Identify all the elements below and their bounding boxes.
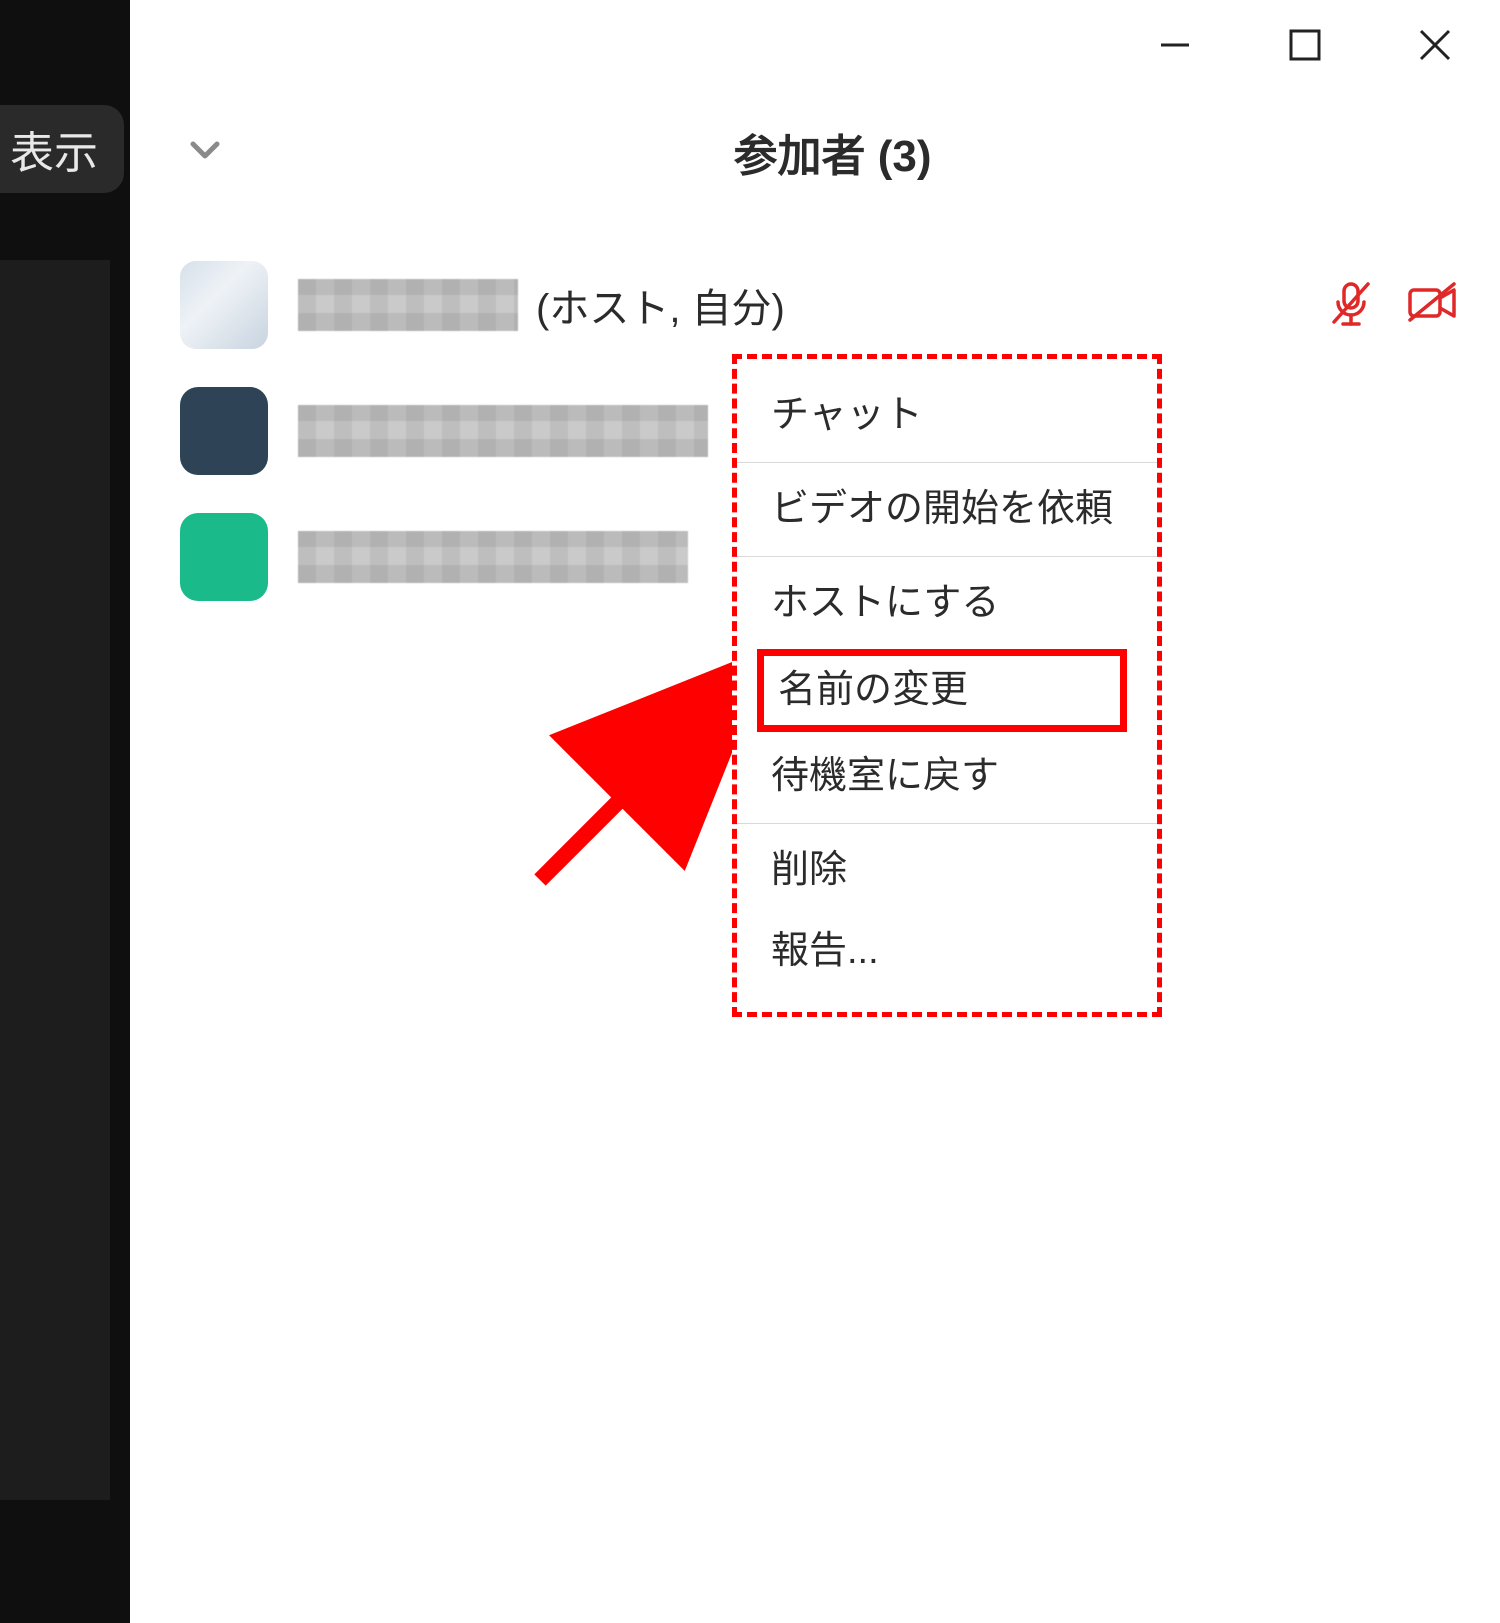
avatar (180, 261, 268, 349)
context-menu: チャット ビデオの開始を依頼 ホストにする 名前の変更 待機室に戻す 削除 報告… (732, 354, 1162, 1017)
panel-header: 参加者 (3) (130, 120, 1500, 184)
mic-muted-icon[interactable] (1326, 278, 1376, 333)
panel-title: 参加者 (3) (734, 120, 932, 184)
video-off-icon[interactable] (1404, 278, 1460, 333)
menu-item-ask-start-video[interactable]: ビデオの開始を依頼 (737, 469, 1157, 550)
collapse-button[interactable] (185, 130, 225, 175)
video-area-sub (0, 260, 110, 1500)
menu-item-waiting-room[interactable]: 待機室に戻す (737, 736, 1157, 817)
avatar (180, 513, 268, 601)
avatar (180, 387, 268, 475)
menu-item-rename[interactable]: 名前の変更 (757, 649, 1127, 732)
minimize-button[interactable] (1110, 0, 1240, 90)
participant-name-redacted (298, 531, 688, 583)
participant-suffix: (ホスト, 自分) (536, 276, 785, 334)
video-area-strip: 表示 (0, 0, 130, 1623)
participants-panel: 参加者 (3) (ホスト, 自分) (130, 0, 1500, 1623)
menu-item-remove[interactable]: 削除 (737, 830, 1157, 911)
close-button[interactable] (1370, 0, 1500, 90)
maximize-icon (1288, 28, 1322, 62)
close-icon (1416, 26, 1454, 64)
menu-item-report[interactable]: 報告... (737, 911, 1157, 992)
participant-name-redacted (298, 405, 708, 457)
titlebar (1110, 0, 1500, 90)
participant-row-self[interactable]: (ホスト, 自分) (180, 250, 1480, 360)
menu-item-make-host[interactable]: ホストにする (737, 563, 1157, 644)
maximize-button[interactable] (1240, 0, 1370, 90)
participant-name-redacted (298, 279, 518, 331)
minimize-icon (1157, 27, 1193, 63)
chevron-down-icon (185, 130, 225, 170)
menu-item-chat[interactable]: チャット (737, 375, 1157, 456)
view-button[interactable]: 表示 (0, 105, 124, 193)
